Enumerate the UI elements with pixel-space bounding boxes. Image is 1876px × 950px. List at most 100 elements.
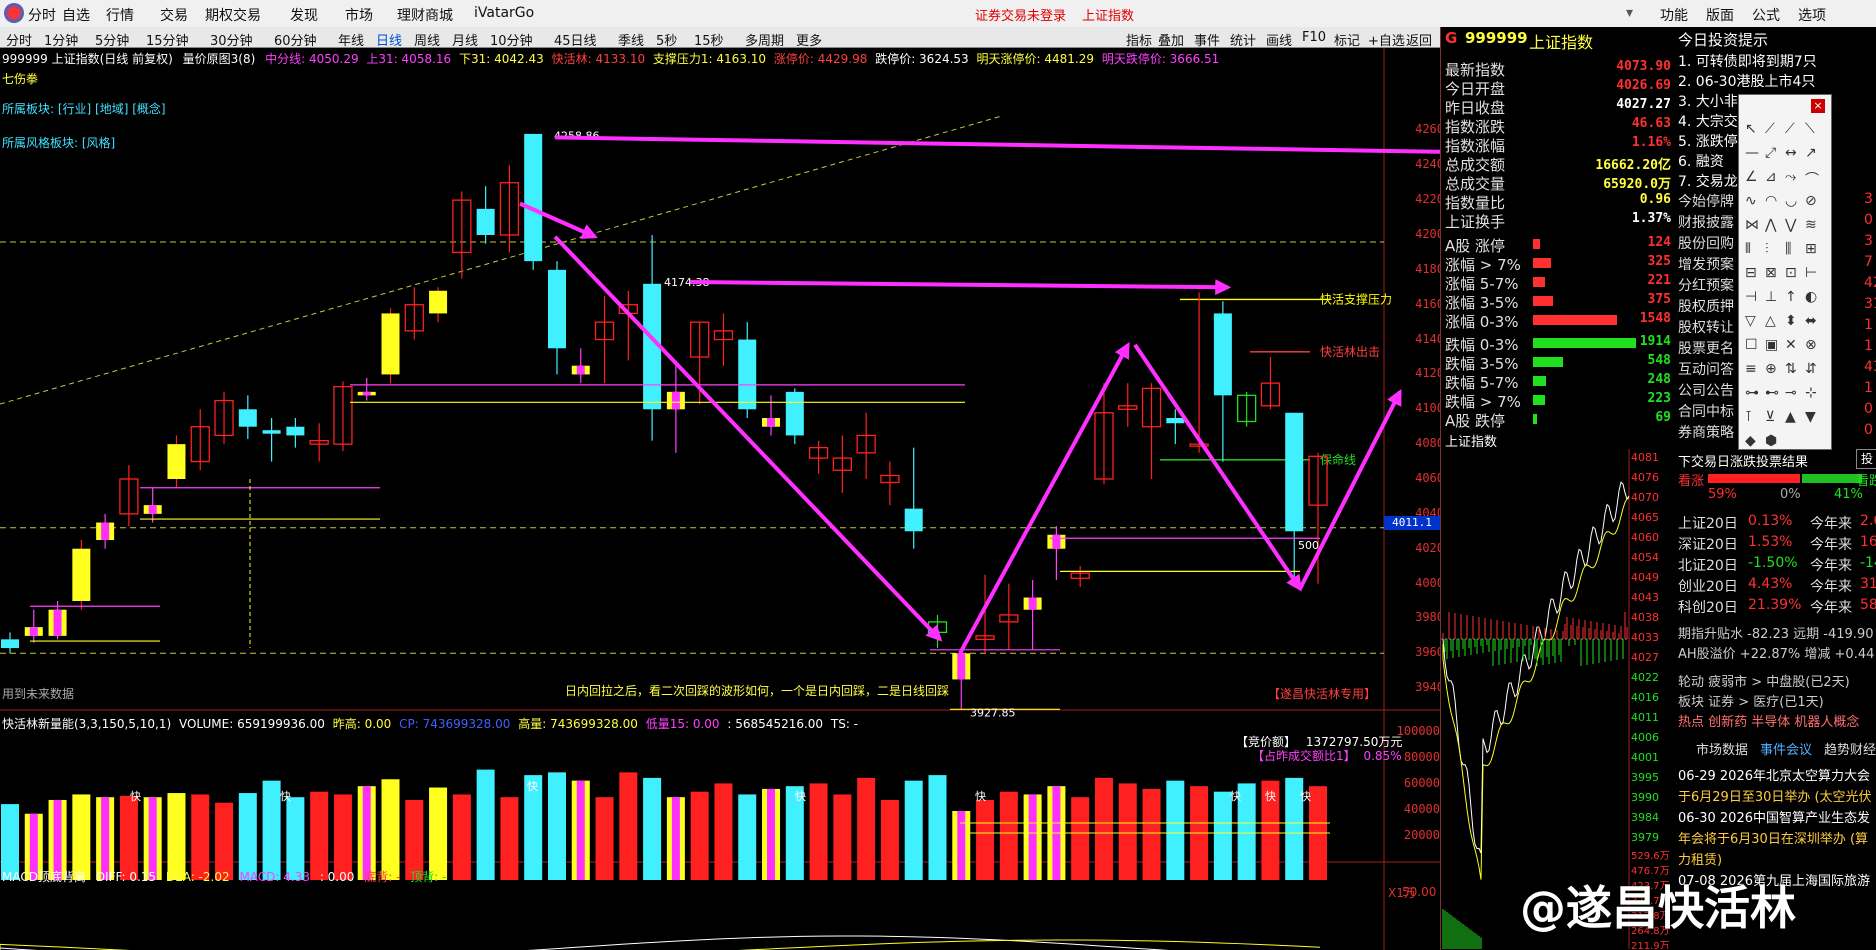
draw-tool-icon[interactable]: ⊞ [1805, 241, 1817, 257]
candle[interactable] [381, 308, 400, 384]
timeframe-6[interactable]: 年线 [338, 30, 364, 49]
index-alert[interactable]: 上证指数 [1082, 5, 1134, 24]
candle[interactable] [72, 540, 91, 610]
chart-tool-0[interactable]: 指标 [1126, 30, 1152, 49]
vote-button[interactable]: 投 [1856, 449, 1876, 469]
sidebar-menu-item[interactable]: 股权转让 [1678, 317, 1734, 337]
volume-bar[interactable] [357, 786, 376, 880]
timeframe-2[interactable]: 5分钟 [95, 30, 129, 49]
draw-tool-icon[interactable]: ◐ [1805, 289, 1817, 305]
timeframe-4[interactable]: 30分钟 [210, 30, 253, 49]
volume-bar[interactable] [904, 780, 923, 880]
volume-bar[interactable] [738, 794, 757, 880]
volume-bar[interactable] [809, 783, 828, 880]
news-item[interactable]: 年会将于6月30日在深圳举办 (算 [1678, 828, 1868, 847]
sector-line[interactable]: 所属板块: [行业] [地域] [概念] [2, 100, 166, 117]
draw-tool-icon[interactable]: ≋ [1805, 217, 1817, 233]
timeframe-7[interactable]: 日线 [376, 30, 402, 49]
volume-bar[interactable] [1166, 780, 1185, 880]
timeframe-10[interactable]: 10分钟 [490, 30, 533, 49]
draw-tool-icon[interactable]: ↗ [1805, 145, 1817, 161]
timeframe-14[interactable]: 15秒 [694, 30, 724, 49]
draw-tool-icon[interactable]: ◠ [1765, 193, 1777, 209]
draw-tool-icon[interactable]: ◡ [1785, 193, 1797, 209]
volume-bar[interactable] [666, 797, 685, 880]
menu-item-7[interactable]: 理财商城 [397, 5, 453, 25]
draw-tool-icon[interactable]: ⬌ [1805, 313, 1817, 329]
menu-item-3[interactable]: 交易 [160, 5, 188, 25]
info-tab-2[interactable]: 趋势财经 [1824, 739, 1876, 758]
sidebar-menu-item[interactable]: 分红预案 [1678, 275, 1734, 295]
volume-bar[interactable] [1071, 797, 1090, 880]
volume-bar[interactable] [452, 794, 471, 880]
volume-bar[interactable] [952, 811, 971, 880]
right-menu-item-0[interactable]: 功能 [1660, 5, 1688, 25]
tip-item[interactable]: 3. 大小非 [1678, 91, 1738, 111]
news-item[interactable]: 06-29 2026年北京太空算力大会 [1678, 765, 1870, 784]
tip-item[interactable]: 1. 可转债即将到期7只 [1678, 51, 1817, 71]
breadth-row[interactable]: 跌幅 > 7% 223 [1441, 391, 1677, 411]
indicator-label[interactable]: 量价原图3(8) [183, 52, 256, 66]
sidebar-menu-item[interactable]: 互动问答 [1678, 359, 1734, 379]
breadth-row[interactable]: 跌幅 0-3% 1914 [1441, 334, 1677, 354]
volume-bar[interactable] [619, 772, 638, 880]
draw-tool-icon[interactable]: ⟋ [1785, 121, 1795, 137]
draw-tool-icon[interactable]: ⫶ [1765, 241, 1769, 257]
draw-tool-icon[interactable]: ⫴ [1745, 241, 1751, 257]
menu-item-4[interactable]: 期权交易 [205, 5, 261, 25]
volume-bar[interactable] [1213, 791, 1232, 880]
draw-tool-icon[interactable]: ⇅ [1785, 361, 1797, 377]
draw-tool-icon[interactable]: ⊟ [1745, 265, 1757, 281]
sidebar-menu-item[interactable]: 增发预案 [1678, 254, 1734, 274]
info-tab-0[interactable]: 市场数据 [1696, 739, 1748, 758]
breadth-row[interactable]: 涨幅 > 7% 325 [1441, 254, 1677, 274]
sidebar-menu-item[interactable]: 券商策略 [1678, 422, 1734, 442]
draw-tool-icon[interactable]: ⊿ [1765, 169, 1777, 185]
menu-item-2[interactable]: 行情 [106, 5, 134, 25]
draw-tool-icon[interactable]: ⊥ [1765, 289, 1777, 305]
volume-bar[interactable] [880, 799, 899, 880]
volume-bar[interactable] [310, 791, 329, 880]
draw-tool-icon[interactable]: ⊶ [1745, 385, 1759, 401]
draw-tool-icon[interactable]: ⊹ [1805, 385, 1817, 401]
volume-bar[interactable] [643, 777, 662, 880]
breadth-row[interactable]: A股 跌停 69 [1441, 410, 1677, 430]
breadth-row[interactable]: 涨幅 5-7% 221 [1441, 273, 1677, 293]
sidebar-menu-item[interactable]: 股权质押 [1678, 296, 1734, 316]
menu-item-8[interactable]: iVatarGo [474, 5, 534, 21]
draw-tool-icon[interactable]: ⊺ [1745, 409, 1752, 425]
candle[interactable] [524, 133, 543, 270]
draw-tool-icon[interactable]: ⬢ [1765, 433, 1777, 449]
timeframe-9[interactable]: 月线 [452, 30, 478, 49]
news-item[interactable]: 06-30 2026中国智算产业生态发 [1678, 807, 1870, 826]
timeframe-15[interactable]: 多周期 [745, 30, 784, 49]
draw-tool-icon[interactable]: ≡ [1745, 361, 1757, 377]
chart-tool-1[interactable]: 叠加 [1158, 30, 1184, 49]
right-menu-item-2[interactable]: 公式 [1752, 5, 1780, 25]
draw-tool-icon[interactable]: ↔ [1785, 145, 1797, 161]
volume-bar[interactable] [500, 797, 519, 880]
chart-tool-5[interactable]: F10 [1302, 30, 1326, 45]
volume-bar[interactable] [167, 793, 186, 880]
draw-tool-icon[interactable]: ⊣ [1745, 289, 1757, 305]
draw-tool-icon[interactable]: ⊕ [1765, 361, 1777, 377]
volume-bar[interactable] [1118, 783, 1137, 880]
right-menu-item-3[interactable]: 选项 [1798, 5, 1826, 25]
volume-bar[interactable] [476, 769, 495, 880]
draw-tool-icon[interactable]: ▲ [1785, 409, 1796, 425]
macd-title[interactable]: MACD顶底背离 [2, 870, 86, 884]
breadth-row[interactable]: 跌幅 5-7% 248 [1441, 372, 1677, 392]
menu-item-5[interactable]: 发现 [290, 5, 318, 25]
sidebar-menu-item[interactable]: 股份回购 [1678, 233, 1734, 253]
draw-tool-icon[interactable]: ⤢ [1765, 145, 1776, 161]
draw-tool-icon[interactable]: ⟍ [1805, 121, 1815, 137]
draw-tool-icon[interactable]: — [1745, 145, 1759, 161]
volume-bar[interactable] [1094, 777, 1113, 880]
volume-bar[interactable] [976, 799, 995, 880]
draw-tool-icon[interactable]: ⊗ [1805, 337, 1817, 353]
timeframe-11[interactable]: 45日线 [554, 30, 597, 49]
draw-tool-icon[interactable]: △ [1765, 313, 1776, 329]
draw-tool-icon[interactable]: ↑ [1785, 289, 1797, 305]
sidebar-menu-item[interactable]: 财报披露 [1678, 212, 1734, 232]
draw-tool-icon[interactable]: ⤳ [1785, 169, 1796, 185]
